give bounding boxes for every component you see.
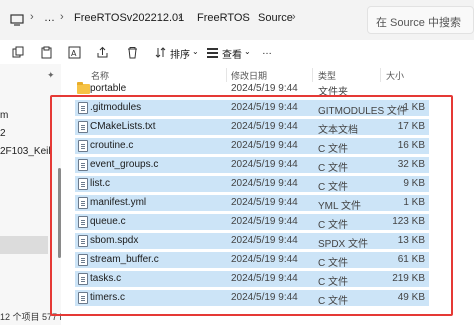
breadcrumb-separator: › (242, 11, 246, 23)
rename-icon[interactable]: A (66, 44, 82, 60)
sidebar-item[interactable]: m (0, 110, 8, 121)
sidebar-item-f103-keil[interactable]: 2F103_Keil (0, 146, 51, 157)
column-divider[interactable] (226, 68, 227, 82)
paste-icon[interactable] (38, 44, 54, 60)
breadcrumb-separator: › (30, 11, 34, 23)
monitor-icon[interactable] (8, 11, 26, 29)
sidebar-item[interactable]: 2 (0, 128, 6, 139)
folder-icon (77, 82, 90, 94)
file-date: 2024/5/19 9:44 (231, 83, 298, 94)
breadcrumb-source[interactable]: Source (258, 12, 293, 24)
column-divider[interactable] (312, 68, 313, 82)
copy-icon[interactable] (10, 44, 26, 60)
file-name: portable (90, 83, 127, 94)
sort-button[interactable]: 排序 (170, 46, 190, 61)
highlight-annotation (50, 95, 453, 316)
sort-icon[interactable] (152, 44, 168, 60)
address-bar-area: › … › FreeRTOSv202212.01 › FreeRTOS › So… (0, 0, 474, 40)
column-divider[interactable] (380, 68, 381, 82)
delete-icon[interactable] (124, 44, 140, 60)
share-icon[interactable] (94, 44, 110, 60)
breadcrumb-more[interactable]: … (44, 12, 55, 24)
search-box[interactable]: 在 Source 中搜索 (367, 6, 474, 34)
chevron-down-icon[interactable]: ⌄ (244, 47, 251, 56)
sidebar-selected-item[interactable] (0, 236, 48, 254)
pin-icon[interactable]: ✦ (47, 70, 55, 81)
breadcrumb-separator: › (292, 11, 296, 23)
breadcrumb-separator: › (178, 11, 182, 23)
chevron-down-icon[interactable]: ⌄ (192, 47, 199, 56)
view-icon[interactable] (204, 44, 220, 60)
view-button[interactable]: 查看 (222, 46, 242, 61)
breadcrumb-freertos-version[interactable]: FreeRTOSv202212.01 (74, 12, 184, 24)
svg-text:A: A (71, 49, 77, 58)
search-placeholder: 在 Source 中搜索 (376, 17, 461, 29)
more-options-button[interactable]: … (262, 46, 272, 57)
breadcrumb-separator: › (60, 11, 64, 23)
command-toolbar: A 排序 ⌄ 查看 ⌄ … (0, 40, 474, 65)
